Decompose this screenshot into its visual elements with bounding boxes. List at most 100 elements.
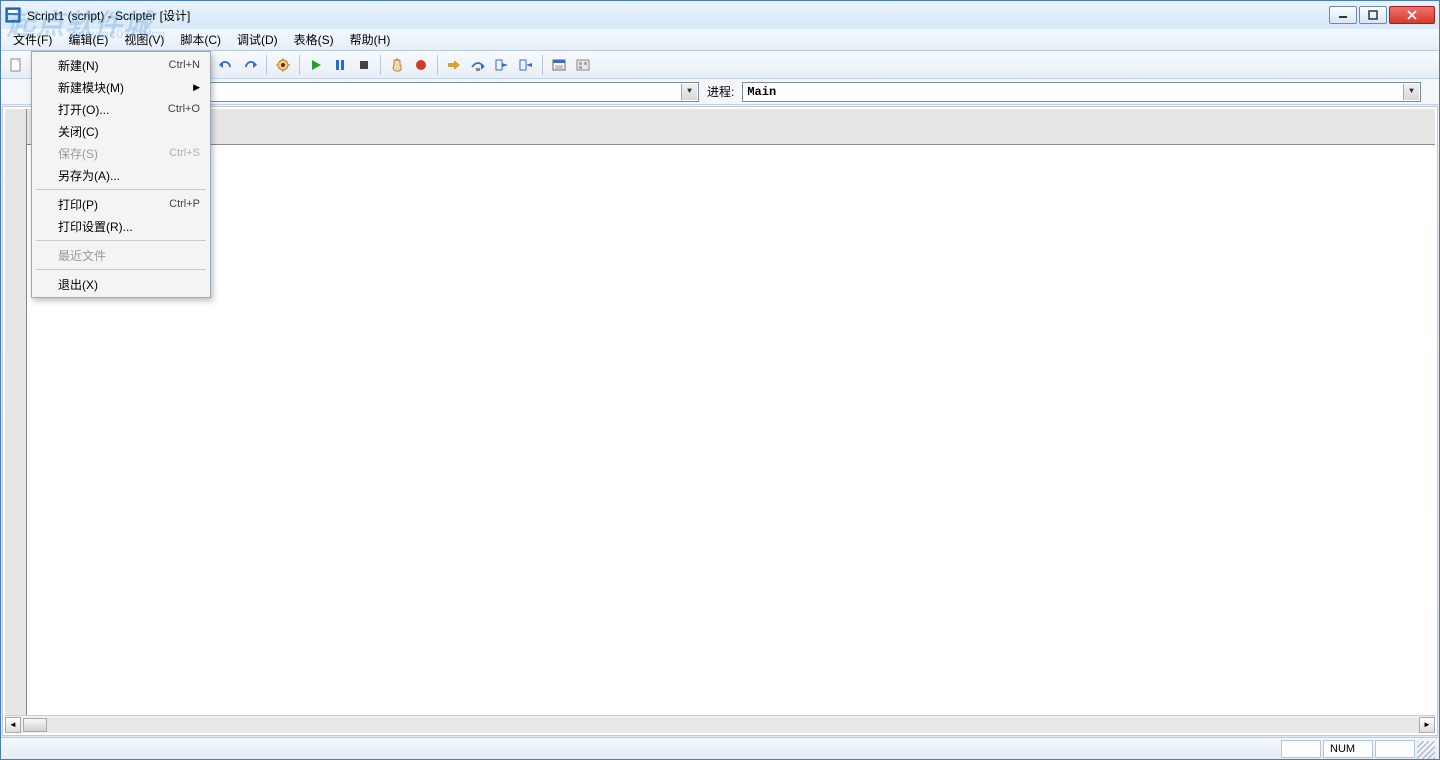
horizontal-scrollbar[interactable]: ◄ ►: [5, 715, 1435, 733]
menu-view[interactable]: 视图(V): [116, 29, 172, 50]
app-icon: [5, 7, 21, 23]
tb-play[interactable]: [305, 54, 327, 76]
menu-item-shortcut: Ctrl+N: [169, 59, 200, 71]
menu-edit[interactable]: 编辑(E): [60, 29, 116, 50]
code-editor[interactable]: [27, 145, 1435, 715]
dialog-icon: [551, 57, 567, 73]
step-cursor-icon: [518, 57, 534, 73]
process-combobox[interactable]: Main ▼: [742, 82, 1421, 102]
watch-icon: [275, 57, 291, 73]
menu-item-save: 保存(S) Ctrl+S: [34, 142, 208, 164]
stop-icon: [356, 57, 372, 73]
scroll-left-button[interactable]: ◄: [5, 717, 21, 733]
pause-icon: [332, 57, 348, 73]
toolbar-separator: [266, 55, 267, 75]
step-out-icon: [494, 57, 510, 73]
content-area: ◄ ►: [2, 106, 1438, 736]
menu-item-label: 新建模块(M): [58, 79, 124, 96]
menu-item-open[interactable]: 打开(O)... Ctrl+O: [34, 98, 208, 120]
hand-icon: [389, 57, 405, 73]
menu-file[interactable]: 文件(F): [5, 29, 60, 50]
window-controls: [1329, 6, 1435, 24]
tb-step-out[interactable]: [491, 54, 513, 76]
menu-item-label: 新建(N): [58, 57, 99, 74]
toolbar-separator: [299, 55, 300, 75]
process-combobox-value: Main: [747, 85, 776, 99]
menu-item-label: 打印(P): [58, 196, 98, 213]
minimize-button[interactable]: [1329, 6, 1357, 24]
tb-new[interactable]: [5, 54, 27, 76]
menu-debug[interactable]: 调试(D): [229, 29, 286, 50]
toolbar-separator: [437, 55, 438, 75]
tb-watch[interactable]: [272, 54, 294, 76]
process-label: 进程:: [707, 83, 734, 100]
maximize-button[interactable]: [1359, 6, 1387, 24]
status-cell-3: [1375, 740, 1415, 758]
breakpoint-icon: [413, 57, 429, 73]
menu-item-print[interactable]: 打印(P) Ctrl+P: [34, 193, 208, 215]
chevron-down-icon: ▼: [681, 84, 697, 100]
object-combobox[interactable]: ▼: [199, 82, 699, 102]
play-icon: [308, 57, 324, 73]
menu-item-shortcut: Ctrl+P: [169, 198, 200, 210]
redo-icon: [242, 57, 258, 73]
tb-undo[interactable]: [215, 54, 237, 76]
menu-separator: [36, 189, 206, 190]
menu-item-label: 打开(O)...: [58, 101, 109, 118]
tb-pause[interactable]: [329, 54, 351, 76]
resize-grip[interactable]: [1417, 741, 1435, 759]
menu-item-shortcut: Ctrl+S: [169, 147, 200, 159]
window-title: Script1 (script) - Scripter [设计]: [27, 7, 1329, 24]
editor-gutter: [5, 109, 27, 715]
menu-item-label: 关闭(C): [58, 123, 99, 140]
tb-redo[interactable]: [239, 54, 261, 76]
scroll-track[interactable]: [47, 718, 1419, 732]
tb-step-over[interactable]: [467, 54, 489, 76]
menu-item-label: 保存(S): [58, 145, 98, 162]
menu-item-new-module[interactable]: 新建模块(M) ▶: [34, 76, 208, 98]
menu-separator: [36, 269, 206, 270]
chevron-right-icon: ▶: [193, 82, 200, 93]
application-window: Script1 (script) - Scripter [设计] 文件(F) 编…: [0, 0, 1440, 760]
tb-step-cursor[interactable]: [515, 54, 537, 76]
menu-item-label: 最近文件: [58, 247, 106, 264]
close-button[interactable]: [1389, 6, 1435, 24]
menu-item-label: 另存为(A)...: [58, 167, 120, 184]
step-into-icon: [446, 57, 462, 73]
menu-item-saveas[interactable]: 另存为(A)...: [34, 164, 208, 186]
menu-script[interactable]: 脚本(C): [172, 29, 229, 50]
toolbar-separator: [542, 55, 543, 75]
chevron-down-icon: ▼: [1403, 84, 1419, 100]
tb-stop[interactable]: [353, 54, 375, 76]
menu-table[interactable]: 表格(S): [286, 29, 342, 50]
menu-item-label: 退出(X): [58, 276, 98, 293]
menu-item-exit[interactable]: 退出(X): [34, 273, 208, 295]
undo-icon: [218, 57, 234, 73]
tb-hand[interactable]: [386, 54, 408, 76]
status-cell-1: [1281, 740, 1321, 758]
tb-breakpoint[interactable]: [410, 54, 432, 76]
new-file-icon: [8, 57, 24, 73]
menu-separator: [36, 240, 206, 241]
scroll-right-button[interactable]: ►: [1419, 717, 1435, 733]
menu-item-new[interactable]: 新建(N) Ctrl+N: [34, 54, 208, 76]
tb-toolbox[interactable]: [572, 54, 594, 76]
titlebar: Script1 (script) - Scripter [设计]: [1, 1, 1439, 29]
editor-header-strip: [5, 109, 1435, 145]
menu-item-recent: 最近文件: [34, 244, 208, 266]
toolbar: [1, 51, 1439, 79]
object-process-bar: ▼ 进程: Main ▼: [1, 79, 1439, 105]
menu-item-shortcut: Ctrl+O: [168, 103, 200, 115]
step-over-icon: [470, 57, 486, 73]
menu-item-close[interactable]: 关闭(C): [34, 120, 208, 142]
menu-item-print-setup[interactable]: 打印设置(R)...: [34, 215, 208, 237]
toolbar-separator: [380, 55, 381, 75]
tb-dialog[interactable]: [548, 54, 570, 76]
scroll-thumb[interactable]: [23, 718, 47, 732]
toolbox-icon: [575, 57, 591, 73]
menu-help[interactable]: 帮助(H): [342, 29, 399, 50]
menubar: 文件(F) 编辑(E) 视图(V) 脚本(C) 调试(D) 表格(S) 帮助(H…: [1, 29, 1439, 51]
editor-frame: ◄ ►: [5, 109, 1435, 733]
statusbar: NUM: [1, 737, 1439, 759]
tb-step-into[interactable]: [443, 54, 465, 76]
